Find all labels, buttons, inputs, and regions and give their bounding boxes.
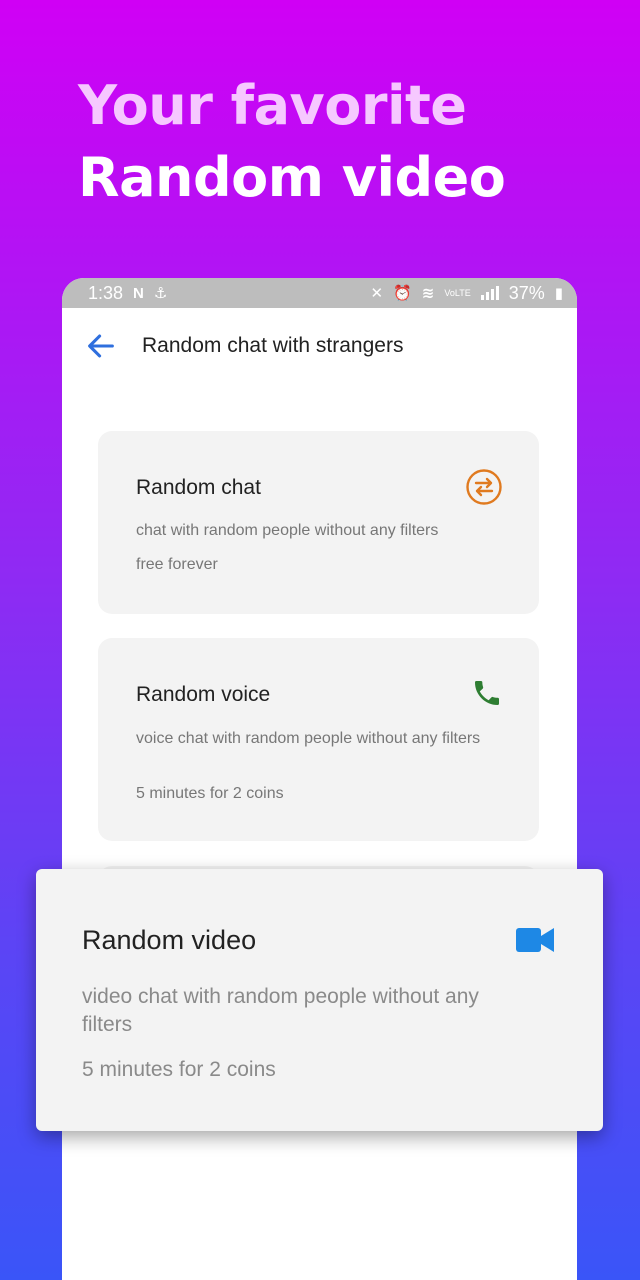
promo-line-2: Random video [78,146,506,209]
promo-line-1: Your favorite [78,74,467,137]
card-title: Random chat [136,476,261,499]
battery-icon: ▮ [554,285,563,302]
promo-headline: Your favorite Random video [78,70,506,214]
network-type-label: VoLTE [444,287,471,298]
wifi-icon: ≋ [421,285,435,302]
card-title: Random voice [136,683,271,706]
page-title: Random chat with strangers [142,334,404,357]
random-video-card[interactable]: Random video video chat with random peop… [36,869,603,1131]
swap-icon [466,469,502,505]
notification-n-icon: N [133,284,144,302]
video-camera-icon [516,928,554,952]
app-bar: Random chat with strangers [62,308,577,384]
card-price: 5 minutes for 2 coins [82,1058,276,1081]
card-description: chat with random people without any filt… [136,522,439,539]
alarm-icon: ⏰ [393,285,412,302]
phone-icon [475,681,499,705]
card-description: voice chat with random people without an… [136,730,481,747]
card-title: Random video [82,925,257,955]
back-arrow-icon[interactable] [84,329,118,363]
mute-icon: ✕ [370,285,384,302]
status-time: 1:38 [88,282,124,303]
battery-percent: 37% [508,282,545,303]
signal-icon [480,286,499,300]
status-bar: 1:38 N ⚓ ✕ ⏰ ≋ VoLTE 37% ▮ [62,278,577,308]
card-price: 5 minutes for 2 coins [136,785,284,802]
random-chat-card[interactable]: Random chat chat with random people with… [98,431,539,614]
notification-anchor-icon: ⚓ [153,285,168,302]
card-price: free forever [136,556,218,573]
card-description: video chat with random people without an… [82,985,479,1036]
random-voice-card[interactable]: Random voice voice chat with random peop… [98,638,539,841]
